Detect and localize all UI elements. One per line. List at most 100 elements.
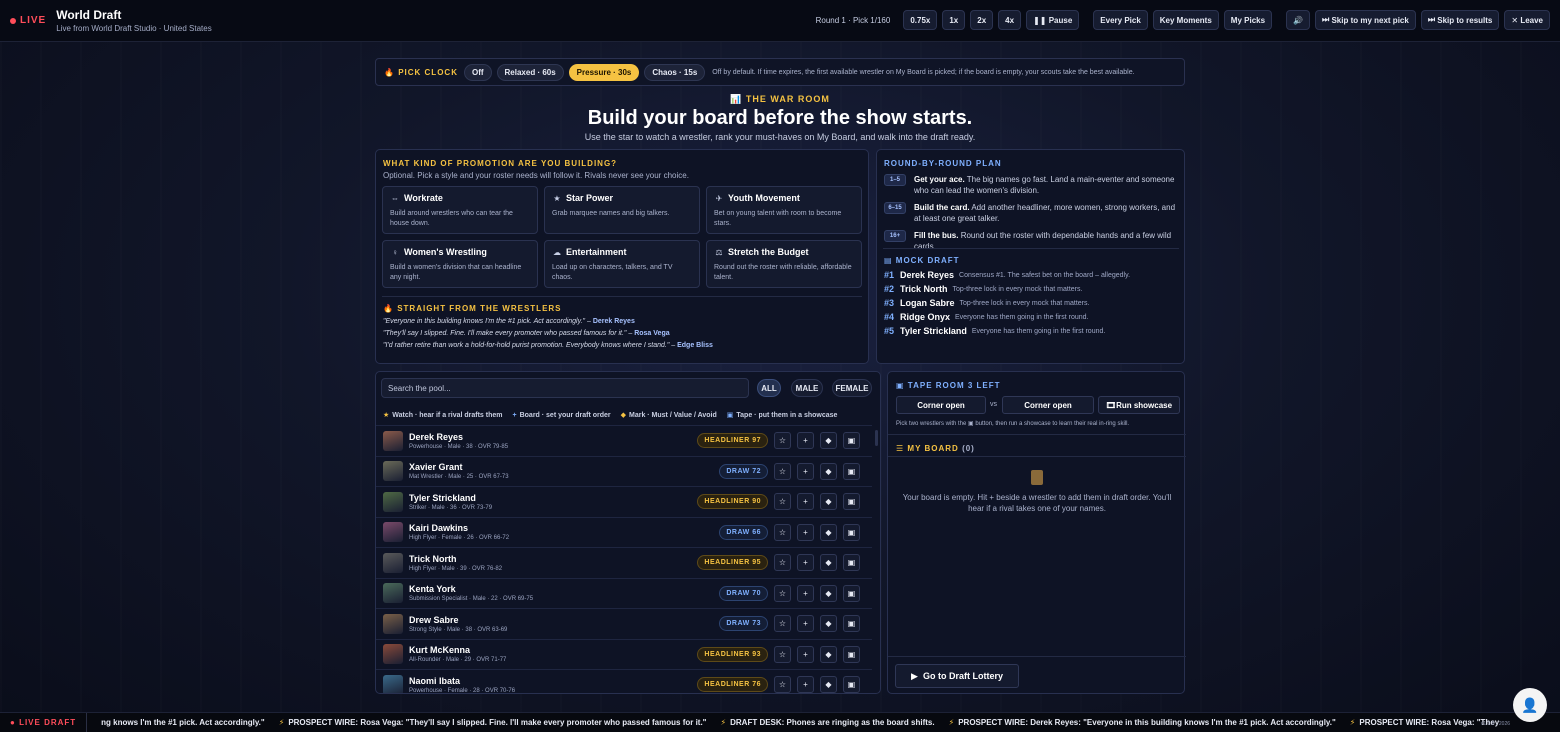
add-to-board-button[interactable]: + xyxy=(797,676,814,693)
add-to-board-button[interactable]: + xyxy=(797,645,814,663)
style-card-youth-movement[interactable]: ✈ Youth Movement Bet on young talent with… xyxy=(706,186,862,234)
draft-lottery-button[interactable]: ▶ Go to Draft Lottery xyxy=(895,664,1019,688)
tape-button[interactable]: ▣ xyxy=(843,462,860,480)
watch-star-button[interactable]: ☆ xyxy=(774,432,791,449)
leave-button[interactable]: ✕ Leave xyxy=(1504,10,1550,30)
add-to-board-button[interactable]: + xyxy=(797,523,814,541)
skip-results-button[interactable]: ⏭ Skip to results xyxy=(1420,10,1500,30)
mark-tag-button[interactable]: ◆ xyxy=(820,584,837,602)
tape-button[interactable]: ▣ xyxy=(843,645,860,663)
list-scrollbar[interactable] xyxy=(875,430,878,446)
tape-button[interactable]: ▣ xyxy=(843,554,860,571)
speed-1x-button[interactable]: 1x xyxy=(942,10,966,30)
style-card-stretch-budget[interactable]: ⚖ Stretch the Budget Round out the roster… xyxy=(706,240,862,288)
speed-4x-button[interactable]: 4x xyxy=(998,10,1022,30)
wrestler-row[interactable]: Drew Sabre Strong Style · Male · 38 · OVR… xyxy=(376,608,872,638)
clock-option-pressure[interactable]: Pressure · 30s xyxy=(568,63,640,81)
watch-star-button[interactable]: ☆ xyxy=(774,493,791,510)
view-my-picks-button[interactable]: My Picks xyxy=(1223,10,1273,30)
add-to-board-button[interactable]: + xyxy=(797,554,814,571)
clipboard-icon xyxy=(1031,470,1043,485)
add-to-board-button[interactable]: + xyxy=(797,493,814,510)
watch-star-button[interactable]: ☆ xyxy=(774,645,791,663)
mark-tag-button[interactable]: ◆ xyxy=(820,676,837,693)
sound-toggle-button[interactable]: 🔊 xyxy=(1286,10,1311,30)
wrestler-name: Kurt McKenna xyxy=(409,645,471,655)
mock-pick: #5 Tyler Strickland Everyone has them goin… xyxy=(884,326,1106,336)
filter-female-button[interactable]: FEMALE xyxy=(832,379,872,397)
wrestler-row[interactable]: Kairi Dawkins High Flyer · Female · 26 · … xyxy=(376,516,872,547)
search-input[interactable]: Search the pool... xyxy=(381,378,749,398)
mark-tag-button[interactable]: ◆ xyxy=(820,432,837,449)
ticker-item: ng knows I'm the #1 pick. Act accordingl… xyxy=(101,718,265,727)
ticker-item: ⚡ PROSPECT WIRE: Rosa Vega: "They xyxy=(1349,718,1500,727)
style-card-star-power[interactable]: ★ Star Power Grab marquee names and big t… xyxy=(544,186,700,234)
action-legend: ★ Watch · hear if a rival drafts them + Bo… xyxy=(383,411,837,420)
tape-button[interactable]: ▣ xyxy=(843,584,860,602)
style-card-entertainment[interactable]: ☁ Entertainment Load up on characters, ta… xyxy=(544,240,700,288)
clock-option-chaos[interactable]: Chaos · 15s xyxy=(644,63,706,81)
ticker-item: ⚡ PROSPECT WIRE: Derek Reyes: "Everyone i… xyxy=(948,718,1336,727)
tape-button[interactable]: ▣ xyxy=(843,676,860,693)
style-card-womens-wrestling[interactable]: ♀ Women's Wrestling Build a women's divis… xyxy=(382,240,538,288)
run-showcase-button[interactable]: 🎞 Run showcase xyxy=(1098,396,1180,414)
wrestler-row[interactable]: Kenta York Submission Specialist · Male ·… xyxy=(376,577,872,608)
mark-tag-button[interactable]: ◆ xyxy=(820,615,837,632)
wrestler-row[interactable]: Derek Reyes Powerhouse · Male · 38 · OVR … xyxy=(376,425,872,455)
clock-note: Off by default. If time expires, the fir… xyxy=(712,68,1135,76)
mock-pick: #4 Ridge Onyx Everyone has them going in t… xyxy=(884,312,1089,322)
corner-b-slot[interactable]: Corner open xyxy=(1002,396,1094,414)
add-to-board-button[interactable]: + xyxy=(797,584,814,602)
mark-tag-button[interactable]: ◆ xyxy=(820,493,837,510)
skip-next-pick-button[interactable]: ⏭ Skip to my next pick xyxy=(1315,10,1416,30)
war-room: 🔥 PICK CLOCK Off Relaxed · 60s Pressure … xyxy=(375,58,1185,142)
version-label: v1.0.0 · 2026 xyxy=(1480,721,1510,727)
tier-badge: DRAW 73 xyxy=(719,616,768,631)
style-card-workrate[interactable]: ⇔ Workrate Build around wrestlers who can… xyxy=(382,186,538,234)
view-every-pick-button[interactable]: Every Pick xyxy=(1093,10,1148,30)
wrestler-name: Trick North xyxy=(409,553,457,564)
profile-fab-button[interactable]: 👤 xyxy=(1513,688,1547,722)
wrestler-avatar xyxy=(383,613,403,634)
speaker-icon: 🔊 xyxy=(1293,15,1304,25)
clock-option-relaxed[interactable]: Relaxed · 60s xyxy=(496,63,564,81)
wrestler-row[interactable]: Tyler Strickland Striker · Male · 36 · OV… xyxy=(376,486,872,516)
wrestler-avatar xyxy=(383,522,403,542)
tape-remaining: 3 LEFT xyxy=(967,381,1001,390)
side-panel: ▣ TAPE ROOM 3 LEFT Corner open vs Corner… xyxy=(887,371,1186,694)
tape-button[interactable]: ▣ xyxy=(843,493,860,510)
live-indicator: LIVE xyxy=(10,15,46,26)
watch-star-button[interactable]: ☆ xyxy=(774,523,791,541)
tag-icon: ◆ xyxy=(620,412,626,419)
tape-button[interactable]: ▣ xyxy=(843,523,860,541)
watch-star-button[interactable]: ☆ xyxy=(774,554,791,571)
add-to-board-button[interactable]: + xyxy=(797,432,814,449)
view-key-moments-button[interactable]: Key Moments xyxy=(1152,10,1219,30)
pause-button[interactable]: ❚❚ Pause xyxy=(1026,10,1080,30)
speed-075-button[interactable]: 0.75x xyxy=(903,10,938,30)
watch-star-button[interactable]: ☆ xyxy=(774,615,791,632)
tape-button[interactable]: ▣ xyxy=(843,615,860,632)
wrestler-row[interactable]: Trick North High Flyer · Male · 39 · OVR … xyxy=(376,547,872,577)
watch-star-button[interactable]: ☆ xyxy=(774,584,791,602)
speed-2x-button[interactable]: 2x xyxy=(970,10,994,30)
wrestler-row[interactable]: Naomi Ibata Powerhouse · Female · 28 · OV… xyxy=(376,669,872,693)
mark-tag-button[interactable]: ◆ xyxy=(820,523,837,541)
tape-button[interactable]: ▣ xyxy=(843,432,860,449)
add-to-board-button[interactable]: + xyxy=(797,615,814,632)
watch-star-button[interactable]: ☆ xyxy=(774,462,791,480)
mark-tag-button[interactable]: ◆ xyxy=(820,462,837,480)
clock-option-off[interactable]: Off xyxy=(463,63,492,81)
filter-all-button[interactable]: ALL xyxy=(757,379,781,397)
add-to-board-button[interactable]: + xyxy=(797,462,814,480)
wrestler-row[interactable]: Xavier Grant Mat Wrestler · Male · 25 · O… xyxy=(376,455,872,486)
filter-male-button[interactable]: MALE xyxy=(791,379,823,397)
mark-tag-button[interactable]: ◆ xyxy=(820,554,837,571)
plan-steps: 1–5 Get your ace. The big names go fast. … xyxy=(884,168,1179,252)
scale-icon: ⚖ xyxy=(715,247,723,257)
wrestler-row[interactable]: Kurt McKenna All-Rounder · Male · 29 · OV… xyxy=(376,638,872,669)
close-icon: ✕ xyxy=(1511,15,1521,25)
watch-star-button[interactable]: ☆ xyxy=(774,676,791,693)
mark-tag-button[interactable]: ◆ xyxy=(820,645,837,663)
corner-a-slot[interactable]: Corner open xyxy=(896,396,986,414)
